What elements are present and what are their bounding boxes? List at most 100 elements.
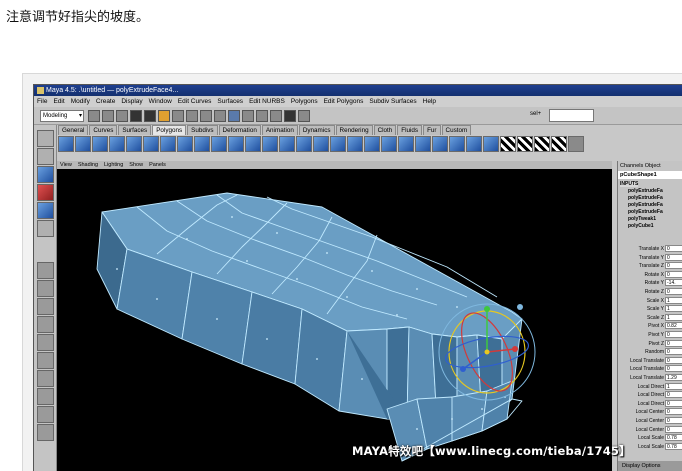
persp-graph-layout-icon[interactable] [37, 352, 54, 369]
single-view-icon[interactable] [37, 262, 54, 279]
select-hierarchy-icon[interactable] [130, 110, 142, 122]
menu-edit-polygons[interactable]: Edit Polygons [321, 98, 367, 105]
attribute-value-field[interactable]: 0 [665, 399, 682, 407]
viewport-menu-panels[interactable]: Panels [146, 162, 169, 168]
poke-face-icon[interactable] [347, 136, 363, 152]
four-view-icon[interactable] [37, 280, 54, 297]
menu-polygons[interactable]: Polygons [288, 98, 321, 105]
snap-grid-icon[interactable] [172, 110, 184, 122]
poly-cube-icon[interactable] [75, 136, 91, 152]
attribute-value-field[interactable]: 0 [665, 339, 682, 347]
viewport-menu-show[interactable]: Show [126, 162, 146, 168]
split-polygon-icon[interactable] [245, 136, 261, 152]
menu-help[interactable]: Help [420, 98, 439, 105]
channel-box-header[interactable]: Channels Object [620, 163, 661, 169]
tab-fur[interactable]: Fur [423, 125, 441, 135]
input-node[interactable]: polyTweak1 [628, 216, 656, 222]
menu-file[interactable]: File [34, 98, 50, 105]
attribute-value-field[interactable]: 0 [665, 391, 682, 399]
attribute-value-field[interactable]: 0 [665, 262, 682, 270]
lasso-tool-icon[interactable] [37, 148, 54, 165]
open-scene-icon[interactable] [102, 110, 114, 122]
extract-icon[interactable] [381, 136, 397, 152]
automatic-map-icon[interactable] [551, 136, 567, 152]
viewport-menu-view[interactable]: View [57, 162, 75, 168]
ipr-render-icon[interactable] [256, 110, 268, 122]
attribute-value-field[interactable]: 0 [665, 417, 682, 424]
attribute-value-field[interactable]: 0 [665, 331, 682, 338]
attribute-value-field[interactable]: 0 [665, 253, 682, 261]
channel-box-toggle-icon[interactable] [298, 110, 310, 122]
cylindrical-map-icon[interactable] [517, 136, 533, 152]
uv-editor-icon[interactable] [568, 136, 584, 152]
channel-box-object-name[interactable]: pCubeShape1 [618, 171, 682, 179]
layout-menu-icon[interactable] [37, 424, 54, 441]
save-scene-icon[interactable] [116, 110, 128, 122]
tab-polygons[interactable]: Polygons [152, 125, 187, 135]
selection-name-input[interactable] [549, 109, 594, 122]
soften-edge-icon[interactable] [415, 136, 431, 152]
tab-general[interactable]: General [58, 125, 89, 135]
reverse-normals-icon[interactable] [398, 136, 414, 152]
poly-torus-icon[interactable] [143, 136, 159, 152]
triangulate-icon[interactable] [449, 136, 465, 152]
input-node[interactable]: polyExtrudeFa [628, 195, 663, 201]
tab-cloth[interactable]: Cloth [373, 125, 397, 135]
poly-cone-icon[interactable] [109, 136, 125, 152]
wedge-face-icon[interactable] [330, 136, 346, 152]
attribute-value-field[interactable]: 0 [665, 245, 682, 252]
poly-plane-icon[interactable] [126, 136, 142, 152]
menu-window[interactable]: Window [146, 98, 175, 105]
attribute-value-field[interactable]: 0 [665, 365, 682, 373]
extrude-edge-icon[interactable] [228, 136, 244, 152]
extrude-face-icon[interactable] [211, 136, 227, 152]
menu-modify[interactable]: Modify [68, 98, 93, 105]
attribute-value-field[interactable]: 0 [665, 356, 682, 364]
menu-subdiv-surfaces[interactable]: Subdiv Surfaces [366, 98, 419, 105]
attribute-value-field[interactable]: 0.78 [665, 442, 682, 450]
persp-outliner-layout-icon[interactable] [37, 370, 54, 387]
tab-surfaces[interactable]: Surfaces [118, 125, 152, 135]
smooth-icon[interactable] [194, 136, 210, 152]
mode-selector[interactable]: Modeling ▾ [40, 110, 84, 122]
input-node[interactable]: polyExtrudeFa [628, 202, 663, 208]
scale-tool-icon[interactable] [37, 202, 54, 219]
attribute-value-field[interactable]: 0 [665, 408, 682, 416]
move-tool-icon[interactable] [37, 166, 54, 183]
spherical-map-icon[interactable] [534, 136, 550, 152]
menu-display[interactable]: Display [118, 98, 145, 105]
harden-edge-icon[interactable] [432, 136, 448, 152]
attribute-value-field[interactable]: -14. [665, 279, 682, 287]
input-line-icon[interactable] [284, 110, 296, 122]
quadrangulate-icon[interactable] [466, 136, 482, 152]
tab-rendering[interactable]: Rendering [335, 125, 373, 135]
new-scene-icon[interactable] [88, 110, 100, 122]
viewport-menu-lighting[interactable]: Lighting [101, 162, 126, 168]
render-view-layout-icon[interactable] [37, 388, 54, 405]
menu-create[interactable]: Create [93, 98, 119, 105]
rotate-tool-icon[interactable] [37, 184, 54, 201]
tab-animation[interactable]: Animation [261, 125, 298, 135]
select-tool-icon[interactable] [37, 130, 54, 147]
viewport-menu-shading[interactable]: Shading [75, 162, 101, 168]
snap-point-icon[interactable] [200, 110, 212, 122]
select-object-icon[interactable] [144, 110, 156, 122]
poly-sphere-icon[interactable] [58, 136, 74, 152]
duplicate-face-icon[interactable] [364, 136, 380, 152]
attribute-value-field[interactable]: 1 [665, 296, 682, 304]
attribute-value-field[interactable]: 1 [665, 305, 682, 313]
mirror-icon[interactable] [483, 136, 499, 152]
tab-deformation[interactable]: Deformation [218, 125, 261, 135]
menu-surfaces[interactable]: Surfaces [214, 98, 246, 105]
snap-plane-icon[interactable] [214, 110, 226, 122]
tab-dynamics[interactable]: Dynamics [298, 125, 335, 135]
tab-fluids[interactable]: Fluids [397, 125, 423, 135]
create-polygon-icon[interactable] [313, 136, 329, 152]
attribute-value-field[interactable]: 1 [665, 382, 682, 390]
render-globals-icon[interactable] [270, 110, 282, 122]
attribute-value-field[interactable]: 0 [665, 270, 682, 278]
hypershade-layout-icon[interactable] [37, 316, 54, 333]
attribute-value-field[interactable]: 0.78 [665, 434, 682, 442]
attribute-value-field[interactable]: 1.29 [665, 374, 682, 381]
planar-map-icon[interactable] [500, 136, 516, 152]
